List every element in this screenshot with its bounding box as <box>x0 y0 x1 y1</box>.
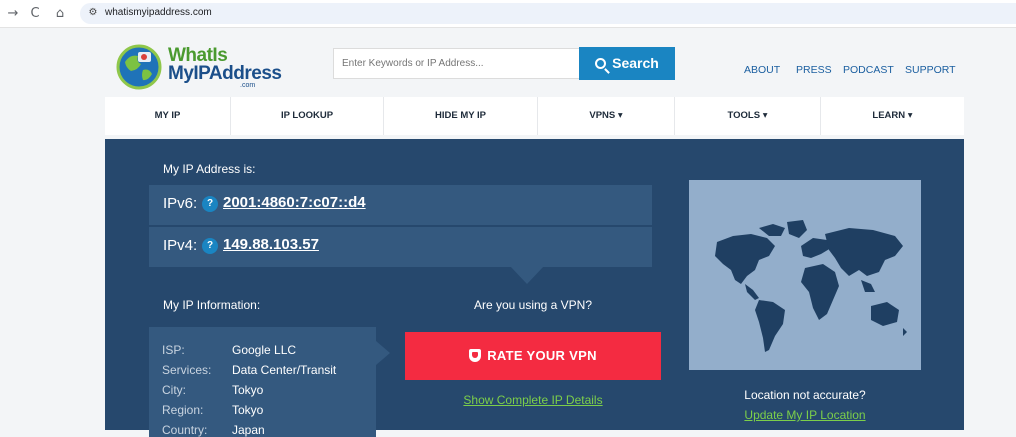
ipv6-help-icon[interactable]: ? <box>202 196 218 212</box>
search-button[interactable]: Search <box>579 47 675 80</box>
search-icon <box>595 58 607 69</box>
home-icon[interactable]: ⌂ <box>51 5 69 23</box>
world-map <box>689 180 921 370</box>
info-key: Region: <box>162 403 204 417</box>
ip-information-heading: My IP Information: <box>163 298 261 312</box>
info-value: Tokyo <box>232 383 264 397</box>
search-input[interactable] <box>333 48 579 79</box>
info-key: Services: <box>162 363 212 377</box>
topnav-press[interactable]: PRESS <box>796 64 832 76</box>
ipv4-label: IPv4: <box>163 237 198 254</box>
ipv6-address-link[interactable]: 2001:4860:7:c07::d4 <box>223 194 366 211</box>
update-ip-location-link[interactable]: Update My IP Location <box>689 408 921 422</box>
info-key: City: <box>162 383 186 397</box>
site-header: WhatIs MyIPAddress .com Search ABOUT PRE… <box>0 28 1016 98</box>
world-map-icon <box>715 220 907 352</box>
ip-box-pointer <box>510 266 544 284</box>
nav-my-ip[interactable]: MY IP <box>105 97 231 135</box>
ipv4-help-icon[interactable]: ? <box>202 238 218 254</box>
nav-vpns[interactable]: VPNS ▾ <box>538 97 675 135</box>
forward-arrow-icon[interactable]: → <box>4 5 22 23</box>
search-button-label: Search <box>612 55 659 71</box>
logo-text-myipaddress: MyIPAddress <box>168 63 282 84</box>
logo-text-com: .com <box>240 82 256 89</box>
nav-ip-lookup[interactable]: IP LOOKUP <box>231 97 384 135</box>
topnav-podcast[interactable]: PODCAST <box>843 64 894 76</box>
info-box-arrow <box>376 341 390 365</box>
reload-icon[interactable]: C <box>26 5 44 23</box>
info-value: Tokyo <box>232 403 264 417</box>
info-value: Data Center/Transit <box>232 363 337 377</box>
site-info-icon[interactable]: ⚙ <box>86 6 100 20</box>
vpn-question: Are you using a VPN? <box>473 298 593 312</box>
main-nav: MY IP IP LOOKUP HIDE MY IP VPNS ▾ TOOLS … <box>105 97 964 135</box>
ip-information-box: ISP: Google LLC Services: Data Center/Tr… <box>149 327 390 437</box>
info-value: Google LLC <box>232 343 297 357</box>
ip-panel: My IP Address is: IPv6: ? 2001:4860:7:c0… <box>105 139 964 437</box>
address-bar[interactable]: ⚙ whatismyipaddress.com <box>80 3 1016 24</box>
browser-toolbar: → C ⌂ ⚙ whatismyipaddress.com <box>0 0 1016 28</box>
ipv6-box: IPv6: ? 2001:4860:7:c07::d4 <box>149 185 652 225</box>
ipv4-box: IPv4: ? 149.88.103.57 <box>149 227 652 267</box>
ip-address-heading: My IP Address is: <box>163 162 256 176</box>
topnav-support[interactable]: SUPPORT <box>905 64 956 76</box>
info-key: ISP: <box>162 343 185 357</box>
nav-tools[interactable]: TOOLS ▾ <box>675 97 821 135</box>
ipv6-label: IPv6: <box>163 195 198 212</box>
rate-your-vpn-button[interactable]: RATE YOUR VPN <box>405 332 661 380</box>
nav-hide-my-ip[interactable]: HIDE MY IP <box>384 97 538 135</box>
info-value: Japan <box>232 423 265 437</box>
ipv4-address-link[interactable]: 149.88.103.57 <box>223 236 319 253</box>
info-key: Country: <box>162 423 208 437</box>
show-complete-ip-details-link[interactable]: Show Complete IP Details <box>405 393 661 407</box>
site-logo[interactable]: WhatIs MyIPAddress .com <box>116 42 282 92</box>
shield-icon <box>469 349 482 362</box>
globe-logo-icon <box>116 44 162 90</box>
topnav-about[interactable]: ABOUT <box>744 64 780 76</box>
rate-your-vpn-label: RATE YOUR VPN <box>487 348 597 363</box>
nav-learn[interactable]: LEARN ▾ <box>821 97 964 135</box>
address-bar-url[interactable]: whatismyipaddress.com <box>105 7 212 18</box>
location-question: Location not accurate? <box>744 388 866 402</box>
